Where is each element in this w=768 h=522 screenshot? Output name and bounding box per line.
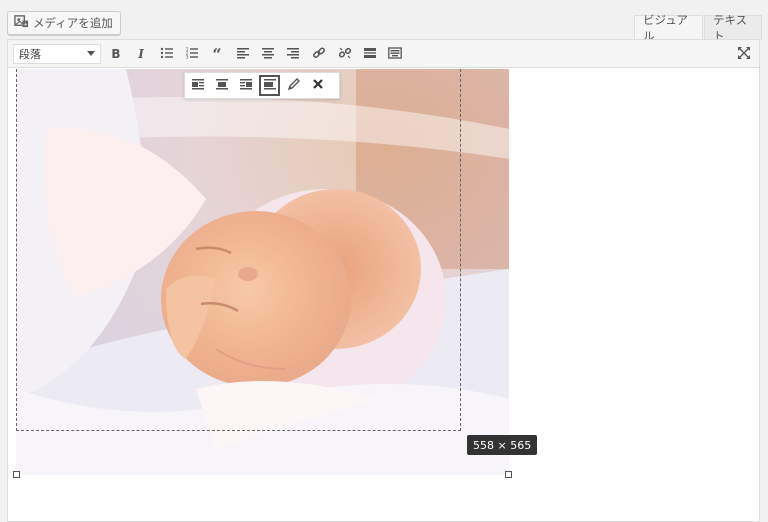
insert-more-button[interactable] <box>360 44 380 64</box>
svg-text:I: I <box>137 47 144 60</box>
editor-frame: 段落 B I 123 “ 558 × 565 <box>7 39 760 522</box>
italic-icon: I <box>134 46 148 63</box>
image-remove-button[interactable] <box>307 75 328 96</box>
align-right-icon <box>286 46 300 63</box>
image-align-none-button[interactable] <box>259 75 280 96</box>
image-align-none-icon <box>263 77 277 94</box>
numbered-list-icon: 123 <box>185 46 199 63</box>
unlink-icon <box>338 46 352 63</box>
editor-content[interactable]: 558 × 565 <box>8 69 759 521</box>
insert-link-button[interactable] <box>309 44 329 64</box>
svg-text:“: “ <box>212 46 221 60</box>
svg-text:B: B <box>111 47 120 60</box>
add-media-button[interactable]: + メディアを追加 <box>7 11 121 35</box>
bold-icon: B <box>109 46 123 63</box>
media-add-icon: + <box>14 14 29 32</box>
remove-link-button[interactable] <box>335 44 355 64</box>
image-edit-button[interactable] <box>283 75 304 96</box>
link-icon <box>312 46 326 63</box>
svg-text:3: 3 <box>186 54 189 60</box>
chevron-down-icon <box>87 51 95 56</box>
format-select-value: 段落 <box>19 48 41 61</box>
numbered-list-button[interactable]: 123 <box>182 44 202 64</box>
resize-handle-bottom-left[interactable] <box>13 471 20 478</box>
close-icon <box>311 77 325 94</box>
image-align-left-button[interactable] <box>187 75 208 96</box>
align-center-button[interactable] <box>258 44 278 64</box>
resize-handle-bottom-right[interactable] <box>505 471 512 478</box>
editor-top-bar: + メディアを追加 ビジュアル テキスト <box>0 0 768 43</box>
pencil-icon <box>287 77 301 94</box>
keyboard-icon <box>388 46 402 63</box>
italic-button[interactable]: I <box>131 44 151 64</box>
align-right-button[interactable] <box>283 44 303 64</box>
image-align-center-icon <box>215 77 229 94</box>
bold-button[interactable]: B <box>106 44 126 64</box>
editor-toolbar: 段落 B I 123 “ <box>8 40 759 68</box>
fullscreen-icon <box>737 46 751 63</box>
tab-text[interactable]: テキスト <box>704 13 762 43</box>
toolbar-toggle-button[interactable] <box>385 44 405 64</box>
image-dimensions-tooltip: 558 × 565 <box>467 435 538 455</box>
image-align-left-icon <box>191 77 205 94</box>
tab-visual[interactable]: ビジュアル <box>634 13 703 43</box>
bulleted-list-button[interactable] <box>157 44 177 64</box>
image-toolbar <box>184 72 340 99</box>
read-more-icon <box>363 46 377 63</box>
blockquote-icon: “ <box>210 45 224 64</box>
svg-text:+: + <box>23 22 28 28</box>
image-align-right-button[interactable] <box>235 75 256 96</box>
fullscreen-button[interactable] <box>734 44 754 64</box>
add-media-label: メディアを追加 <box>33 16 113 30</box>
align-left-button[interactable] <box>233 44 253 64</box>
bulleted-list-icon <box>160 46 174 63</box>
format-select[interactable]: 段落 <box>13 44 101 64</box>
align-center-icon <box>261 46 275 63</box>
image-align-center-button[interactable] <box>211 75 232 96</box>
image-align-right-icon <box>239 77 253 94</box>
align-left-icon <box>236 46 250 63</box>
blockquote-button[interactable]: “ <box>207 44 227 64</box>
baby-photo[interactable] <box>16 69 509 475</box>
